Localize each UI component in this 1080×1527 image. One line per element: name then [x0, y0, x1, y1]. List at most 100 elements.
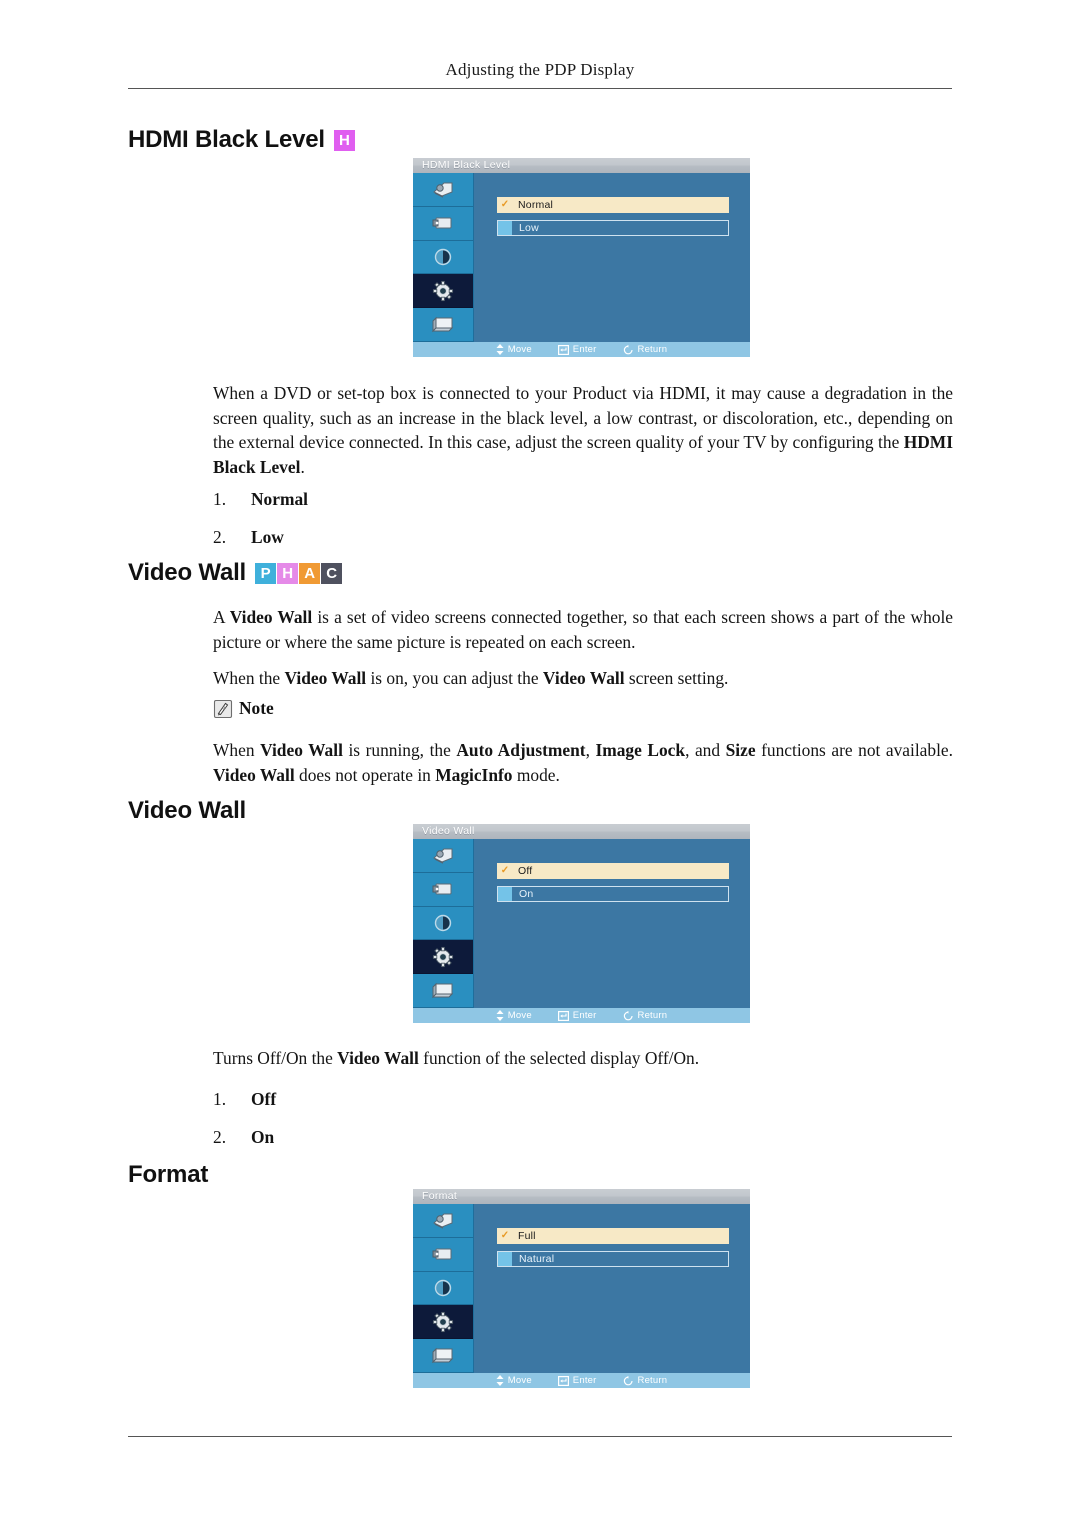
hint-label: Move [507, 1009, 532, 1021]
input-icon [433, 1278, 453, 1298]
osd-option-label: Low [519, 221, 539, 234]
osd-option-label: Natural [519, 1252, 555, 1265]
input-icon [433, 913, 453, 933]
list-value: Normal [251, 489, 308, 509]
video-wall-description: Turns Off/On the Video Wall function of … [213, 1048, 700, 1068]
page-title-format: Format [128, 1163, 208, 1187]
sidebar-item-input-icon[interactable] [413, 1272, 473, 1306]
sidebar-item-picture-icon[interactable] [413, 1204, 473, 1238]
note-pencil-icon [213, 699, 233, 719]
osd-option-row[interactable]: On [497, 886, 729, 902]
osd-options-area: ✓ Off On [475, 839, 750, 1008]
note-block: Note [213, 698, 274, 719]
multi-control-icon [431, 981, 455, 1001]
page-title-hdmi-black-level: HDMI Black Level H [128, 128, 355, 152]
multi-control-icon [431, 315, 455, 335]
return-icon [623, 1375, 634, 1386]
check-icon: ✓ [500, 865, 510, 876]
hint-return: Return [623, 1375, 668, 1386]
osd-video-wall: Video Wall ✓ Off On Move Enter Return [413, 824, 750, 1023]
badge-p: P [255, 562, 277, 584]
list-value: Off [251, 1089, 277, 1109]
osd-option-row[interactable]: Natural [497, 1251, 729, 1267]
page-title-video-wall-sub: Video Wall [128, 799, 246, 823]
hint-label: Enter [572, 343, 597, 355]
hint-move: Move [496, 1010, 532, 1021]
osd-option-label: Full [518, 1229, 536, 1242]
osd-title: Format [422, 1190, 458, 1203]
osd-title: Video Wall [422, 825, 475, 838]
hint-label: Return [637, 1009, 668, 1021]
heading-text: Video Wall [128, 559, 247, 586]
list-item: 2. On [213, 1125, 613, 1149]
osd-option-label: Normal [518, 198, 554, 211]
list-value: Low [251, 527, 284, 547]
osd-option-row-selected[interactable]: ✓ Normal [497, 197, 729, 213]
sidebar-item-multi-control-icon[interactable] [413, 308, 473, 342]
picture-icon [431, 1210, 455, 1230]
sound-icon [431, 214, 455, 232]
hint-enter: Enter [557, 1010, 597, 1021]
sidebar-item-setup-gear-icon[interactable] [413, 940, 473, 975]
list-number: 2. [213, 527, 227, 547]
sound-icon [431, 1245, 455, 1263]
list-number: 1. [213, 1089, 227, 1109]
osd-titlebar: Video Wall [413, 824, 750, 839]
sidebar-item-setup-gear-icon[interactable] [413, 274, 473, 309]
sidebar-item-setup-gear-icon[interactable] [413, 1305, 473, 1340]
badge-h: H [277, 562, 299, 584]
osd-hint-bar: Move Enter Return [413, 1008, 750, 1023]
setup-gear-icon [432, 946, 454, 968]
osd-sidebar [413, 1204, 474, 1373]
bullet-square-icon [498, 221, 512, 235]
osd-option-row[interactable]: Low [497, 220, 729, 236]
hdmi-black-level-paragraph: When a DVD or set-top box is connected t… [213, 383, 953, 477]
sidebar-item-picture-icon[interactable] [413, 839, 473, 873]
hint-move: Move [496, 1375, 532, 1386]
hint-label: Return [637, 343, 668, 355]
heading-text: Format [128, 1161, 209, 1188]
multi-control-icon [431, 1346, 455, 1366]
osd-sidebar [413, 839, 474, 1008]
osd-option-label: Off [518, 864, 533, 877]
hint-label: Move [507, 343, 532, 355]
video-wall-second-paragraph: When the Video Wall is on, you can adjus… [213, 668, 729, 688]
sidebar-item-input-icon[interactable] [413, 907, 473, 941]
list-number: 1. [213, 489, 227, 509]
sidebar-item-multi-control-icon[interactable] [413, 974, 473, 1008]
sidebar-item-sound-icon[interactable] [413, 873, 473, 907]
hint-label: Move [507, 1374, 532, 1386]
note-label: Note [239, 698, 274, 718]
move-icon [496, 1010, 504, 1021]
picture-icon [431, 845, 455, 865]
osd-hint-bar: Move Enter Return [413, 1373, 750, 1388]
return-icon [623, 344, 634, 355]
hint-enter: Enter [557, 343, 597, 355]
sidebar-item-input-icon[interactable] [413, 241, 473, 275]
osd-option-row-selected[interactable]: ✓ Off [497, 863, 729, 879]
page-title-video-wall-main: Video Wall P H A C [128, 559, 343, 586]
model-badges-hdmi: H [333, 129, 355, 151]
bullet-square-icon [498, 887, 512, 901]
enter-icon [557, 1375, 569, 1386]
enter-icon [557, 1010, 569, 1021]
running-header: Adjusting the PDP Display [445, 60, 635, 79]
osd-option-row-selected[interactable]: ✓ Full [497, 1228, 729, 1244]
osd-options-area: ✓ Full Natural [475, 1204, 750, 1373]
list-item: 2. Low [213, 525, 613, 549]
check-icon: ✓ [500, 1230, 510, 1241]
osd-titlebar: Format [413, 1189, 750, 1204]
sidebar-item-sound-icon[interactable] [413, 1238, 473, 1272]
heading-text: Video Wall [128, 797, 247, 824]
move-icon [496, 344, 504, 355]
sidebar-item-sound-icon[interactable] [413, 207, 473, 241]
badge-c: C [321, 562, 343, 584]
osd-inner: ✓ Normal Low Move Enter Return [413, 173, 750, 357]
osd-options-area: ✓ Normal Low [475, 173, 750, 342]
sidebar-item-multi-control-icon[interactable] [413, 1339, 473, 1373]
header-rule [128, 88, 952, 89]
note-body-paragraph: When Video Wall is running, the Auto Adj… [213, 740, 953, 785]
osd-title: HDMI Black Level [422, 159, 511, 172]
sidebar-item-picture-icon[interactable] [413, 173, 473, 207]
osd-titlebar: HDMI Black Level [413, 158, 750, 173]
